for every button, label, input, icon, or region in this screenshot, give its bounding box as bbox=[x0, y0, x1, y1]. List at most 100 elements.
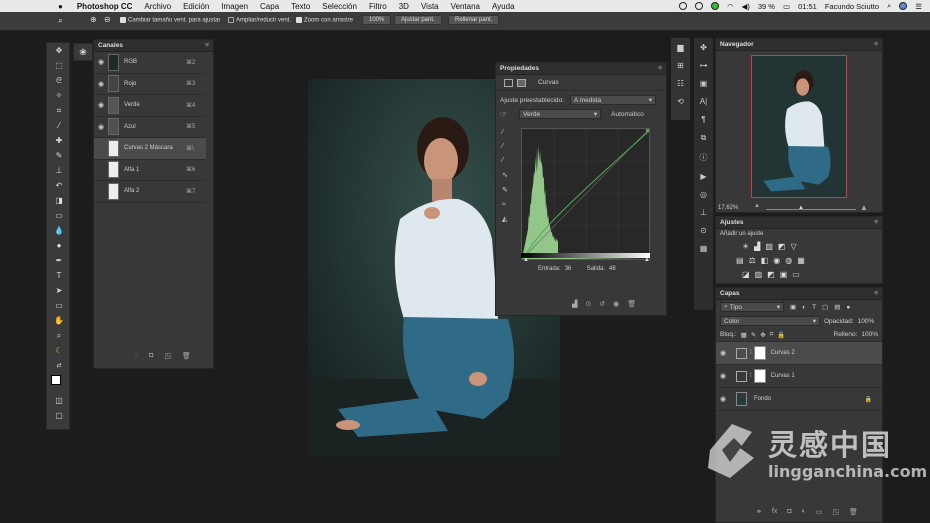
zoom-tool-icon[interactable]: ⌕ bbox=[47, 328, 71, 343]
delete-channel-icon[interactable]: 🗑 bbox=[182, 352, 191, 360]
magic-wand-icon[interactable]: ✧ bbox=[47, 88, 71, 103]
fit-screen-button[interactable]: Ajustar pant. bbox=[394, 15, 442, 25]
posterize-icon[interactable]: ▨ bbox=[755, 270, 763, 279]
layer-mask-thumbnail[interactable] bbox=[753, 346, 766, 360]
paragraph-icon[interactable]: ¶ bbox=[701, 115, 705, 124]
grid-icon[interactable]: ▦ bbox=[700, 244, 708, 253]
curves-graph[interactable] bbox=[521, 128, 650, 260]
black-slider-icon[interactable]: ▲ bbox=[523, 257, 529, 263]
color-balance-icon[interactable]: ⚖ bbox=[749, 256, 756, 265]
layer-mask-thumbnail[interactable] bbox=[753, 369, 766, 383]
lasso-tool-icon[interactable]: ᘓ bbox=[47, 73, 71, 88]
spotlight-icon[interactable]: ⌕ bbox=[887, 1, 891, 11]
layer-row-fondo[interactable]: ◉ Fondo 🔒 bbox=[716, 388, 882, 411]
brightness-icon[interactable]: ☀ bbox=[742, 242, 749, 251]
play-icon[interactable]: ▶ bbox=[700, 172, 706, 181]
banana-icon[interactable]: ☾ bbox=[47, 343, 71, 358]
color-lookup-icon[interactable]: ▦ bbox=[797, 256, 805, 265]
visibility-eye-icon[interactable]: ◉ bbox=[94, 80, 108, 88]
panel-toggle-icon[interactable]: ❀ bbox=[73, 43, 93, 61]
lock-transparent-icon[interactable]: ▦ bbox=[741, 331, 747, 339]
info-icon[interactable]: ⊞ bbox=[677, 61, 684, 70]
link-layers-icon[interactable]: ⚭ bbox=[756, 508, 762, 516]
siri-icon[interactable] bbox=[899, 2, 908, 10]
pen-tool-icon[interactable]: ✒ bbox=[47, 253, 71, 268]
path-select-icon[interactable]: ➤ bbox=[47, 283, 71, 298]
filter-toggle-icon[interactable]: ● bbox=[846, 304, 850, 311]
character-icon[interactable]: A| bbox=[700, 97, 707, 106]
pencil-curve-icon[interactable]: ✎ bbox=[502, 186, 508, 194]
clip-to-layer-icon[interactable]: ▟ bbox=[572, 300, 577, 308]
visibility-eye-icon[interactable]: ◉ bbox=[613, 300, 619, 308]
quick-mask-icon[interactable]: ◫ bbox=[47, 393, 71, 408]
layers-header[interactable]: Capas ≡ bbox=[716, 288, 882, 300]
notifications-icon[interactable]: ☰ bbox=[915, 2, 922, 11]
zoom-in-icon[interactable]: ⊕ bbox=[90, 15, 97, 24]
crop-tool-icon[interactable]: ⌗ bbox=[47, 103, 71, 118]
panel-menu-icon[interactable]: ≡ bbox=[874, 290, 878, 297]
marquee-tool-icon[interactable]: ⬚ bbox=[47, 58, 71, 73]
channel-row-alfa-2[interactable]: Alfa 2 ⌘7 bbox=[94, 181, 206, 203]
zoom-all-checkbox[interactable]: Ampliar/reducir vent. bbox=[228, 17, 291, 24]
channel-row-rgb[interactable]: ◉ RGB ⌘2 bbox=[94, 52, 206, 74]
navigator-zoom-slider[interactable] bbox=[766, 209, 856, 210]
navigator-header[interactable]: Navegador ≡ bbox=[716, 39, 882, 51]
navigator-preview[interactable] bbox=[751, 55, 847, 198]
menu-archivo[interactable]: Archivo bbox=[144, 2, 171, 11]
visibility-eye-icon[interactable]: ◉ bbox=[716, 395, 730, 403]
save-selection-icon[interactable]: ◘ bbox=[149, 352, 153, 360]
move-tool-icon[interactable]: ✥ bbox=[47, 43, 71, 58]
selective-color-icon[interactable]: ▣ bbox=[780, 270, 788, 279]
hand-tool-icon[interactable]: ✋ bbox=[47, 313, 71, 328]
panel-menu-icon[interactable]: ≡ bbox=[658, 65, 662, 72]
curve-control-point[interactable] bbox=[646, 129, 649, 132]
histogram-icon[interactable]: ▆ bbox=[677, 43, 683, 52]
layer-filter-dropdown[interactable]: ⌕ Tipo ▾ bbox=[720, 302, 784, 312]
channel-row-alfa-1[interactable]: Alfa 1 ⌘6 bbox=[94, 160, 206, 181]
dodge-tool-icon[interactable]: ● bbox=[47, 238, 71, 253]
blur-tool-icon[interactable]: 💧 bbox=[47, 223, 71, 238]
menu-capa[interactable]: Capa bbox=[260, 2, 279, 11]
view-previous-icon[interactable]: ⊙ bbox=[585, 300, 591, 308]
channel-dropdown[interactable]: Verde ▾ bbox=[519, 109, 602, 119]
visibility-eye-icon[interactable]: ◉ bbox=[716, 349, 730, 357]
layer-row-curvas-1[interactable]: ◉ ⁞ Curvas 1 bbox=[716, 365, 882, 388]
clone-stamp-icon[interactable]: ⊥ bbox=[47, 163, 71, 178]
lock-artboard-icon[interactable]: ⌗ bbox=[770, 331, 774, 339]
delete-adjustment-icon[interactable]: 🗑 bbox=[627, 300, 636, 308]
auto-button[interactable]: Automático bbox=[611, 111, 644, 118]
visibility-eye-icon[interactable]: ◉ bbox=[94, 123, 108, 131]
channel-row-azul[interactable]: ◉ Azul ⌘5 bbox=[94, 117, 206, 138]
white-point-eyedropper-icon[interactable]: ⁄ bbox=[502, 157, 508, 164]
chain-link-icon[interactable]: ⁞ bbox=[750, 350, 752, 356]
add-mask-icon[interactable]: ◘ bbox=[787, 508, 791, 516]
lock-position-icon[interactable]: ✥ bbox=[760, 331, 765, 339]
output-value[interactable]: 48 bbox=[609, 266, 616, 272]
filter-smart-icon[interactable]: ▤ bbox=[834, 303, 840, 311]
curve-points-icon[interactable]: ∿ bbox=[502, 171, 508, 179]
preset-dropdown[interactable]: A medida ▾ bbox=[569, 95, 656, 105]
panel-menu-icon[interactable]: ≡ bbox=[205, 42, 209, 49]
menu-filtro[interactable]: Filtro bbox=[369, 2, 387, 11]
tool-presets-icon[interactable]: ⧉ bbox=[701, 133, 707, 143]
input-value[interactable]: 36 bbox=[565, 266, 579, 272]
libraries-icon[interactable]: ◎ bbox=[700, 190, 707, 199]
panel-menu-icon[interactable]: ≡ bbox=[874, 41, 878, 48]
navigator-zoom-value[interactable]: 17,62% bbox=[718, 205, 738, 211]
properties-icon[interactable]: ☷ bbox=[677, 79, 684, 88]
blend-mode-dropdown[interactable]: Color ▾ bbox=[720, 316, 820, 326]
zoom-tool-icon[interactable]: ⌕ bbox=[58, 15, 63, 26]
healing-brush-icon[interactable]: ✚ bbox=[47, 133, 71, 148]
filter-shape-icon[interactable]: ▢ bbox=[822, 303, 828, 311]
menu-edicion[interactable]: Edición bbox=[183, 2, 209, 11]
3d-icon[interactable]: ⊙ bbox=[700, 226, 707, 235]
black-point-eyedropper-icon[interactable]: ⁄ bbox=[502, 129, 508, 136]
menu-ventana[interactable]: Ventana bbox=[451, 2, 480, 11]
threshold-icon[interactable]: ◩ bbox=[767, 270, 775, 279]
invert-icon[interactable]: ◪ bbox=[742, 270, 750, 279]
load-selection-icon[interactable]: ◌ bbox=[134, 352, 138, 360]
levels-icon[interactable]: ▟ bbox=[754, 242, 760, 251]
evernote-icon[interactable] bbox=[711, 2, 720, 10]
filter-pixel-icon[interactable]: ▣ bbox=[790, 303, 796, 311]
resize-windows-checkbox[interactable]: Cambiar tamaño vent. para ajustar bbox=[120, 17, 220, 24]
